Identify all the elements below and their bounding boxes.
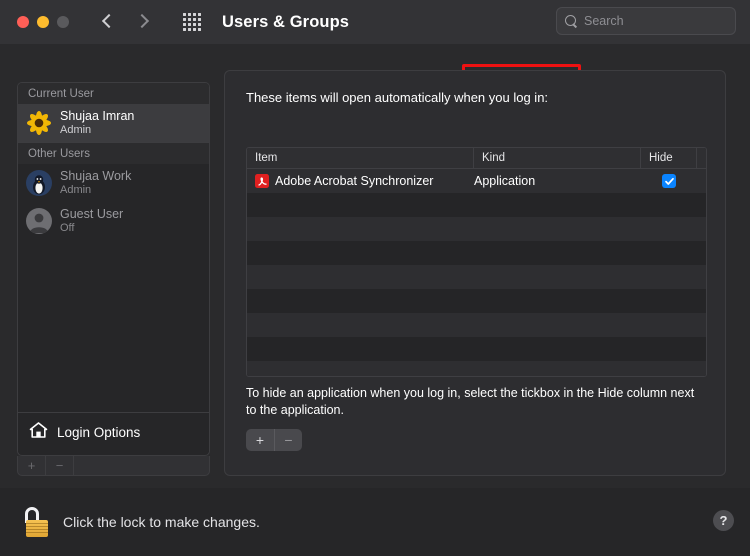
sidebar-user-text: Guest User Off <box>60 207 123 234</box>
sidebar-section-current-user: Current User <box>18 83 209 104</box>
sidebar-item-label: Login Options <box>57 425 141 440</box>
login-item-name: Adobe Acrobat Synchronizer <box>275 174 434 188</box>
column-header-item[interactable]: Item <box>247 148 474 168</box>
traffic-lights <box>17 16 69 28</box>
login-items-segmented-control: + − <box>246 429 302 451</box>
sidebar-empty-area <box>18 240 209 412</box>
sidebar-toolbar: + − <box>17 456 210 476</box>
search-field[interactable]: Search <box>556 7 736 35</box>
login-item-kind: Application <box>474 174 536 188</box>
column-header-spacer <box>697 148 706 168</box>
cell-item: Adobe Acrobat Synchronizer <box>247 169 474 193</box>
sidebar-user-name: Shujaa Work <box>60 169 132 184</box>
titlebar: Users & Groups Search <box>0 0 750 44</box>
remove-user-button[interactable]: − <box>46 456 74 475</box>
add-login-item-button[interactable]: + <box>246 429 274 451</box>
sidebar-section-other-users: Other Users <box>18 142 209 164</box>
table-row-empty <box>247 361 706 376</box>
help-button[interactable]: ? <box>713 510 734 531</box>
table-row-empty <box>247 193 706 217</box>
cell-hide <box>641 169 697 193</box>
sidebar-user-name: Guest User <box>60 207 124 222</box>
table-row-empty <box>247 265 706 289</box>
sidebar-item-guest-user[interactable]: Guest User Off <box>18 202 209 240</box>
table-row-empty <box>247 241 706 265</box>
users-sidebar: Current User Shujaa Imran Admin Other Us… <box>17 82 210 456</box>
close-button[interactable] <box>17 16 29 28</box>
guest-person-avatar <box>26 208 52 234</box>
show-all-icon[interactable] <box>183 13 201 31</box>
table-row-empty <box>247 337 706 361</box>
table-header-row: Item Kind Hide <box>247 148 706 169</box>
login-items-table: Item Kind Hide Adobe Acrobat Synchronize… <box>246 147 707 377</box>
sidebar-user-text: Shujaa Imran Admin <box>60 109 134 136</box>
table-row-empty <box>247 217 706 241</box>
adobe-acrobat-icon <box>255 174 269 188</box>
column-header-kind[interactable]: Kind <box>474 148 641 168</box>
search-icon <box>565 14 578 28</box>
footer-bar: Click the lock to make changes. ? <box>0 488 750 556</box>
minimize-button[interactable] <box>37 16 49 28</box>
table-row-empty <box>247 313 706 337</box>
home-icon <box>29 421 48 444</box>
search-placeholder: Search <box>584 14 624 28</box>
penguin-avatar <box>26 170 52 196</box>
hide-checkbox[interactable] <box>662 174 676 188</box>
sidebar-item-shujaa-work[interactable]: Shujaa Work Admin <box>18 164 209 202</box>
sidebar-item-shujaa-imran[interactable]: Shujaa Imran Admin <box>18 104 209 142</box>
unlocked-padlock-icon[interactable] <box>24 507 50 537</box>
sunflower-avatar <box>26 110 52 136</box>
back-icon[interactable] <box>101 15 115 29</box>
forward-icon[interactable] <box>135 15 149 29</box>
zoom-button[interactable] <box>57 16 69 28</box>
panel-note-text: To hide an application when you log in, … <box>246 386 695 417</box>
sidebar-item-login-options[interactable]: Login Options <box>18 412 209 452</box>
sidebar-user-status: Off <box>60 221 75 234</box>
users-and-groups-window: Users & Groups Search Password Login Ite… <box>0 0 750 556</box>
sidebar-user-name: Shujaa Imran <box>60 109 135 124</box>
navigation-buttons <box>101 15 149 29</box>
sidebar-user-status: Admin <box>60 123 92 136</box>
column-header-hide[interactable]: Hide <box>641 148 697 168</box>
login-items-panel: These items will open automatically when… <box>224 70 726 476</box>
add-user-button[interactable]: + <box>18 456 46 475</box>
table-row-empty <box>247 289 706 313</box>
remove-login-item-button[interactable]: − <box>274 429 302 451</box>
cell-kind: Application <box>474 169 641 193</box>
page-title: Users & Groups <box>222 12 350 31</box>
sidebar-user-text: Shujaa Work Admin <box>60 169 131 196</box>
sidebar-user-status: Admin <box>60 183 92 196</box>
panel-intro-text: These items will open automatically when… <box>246 90 549 105</box>
table-row[interactable]: Adobe Acrobat Synchronizer Application <box>247 169 706 193</box>
lock-message: Click the lock to make changes. <box>63 514 260 530</box>
